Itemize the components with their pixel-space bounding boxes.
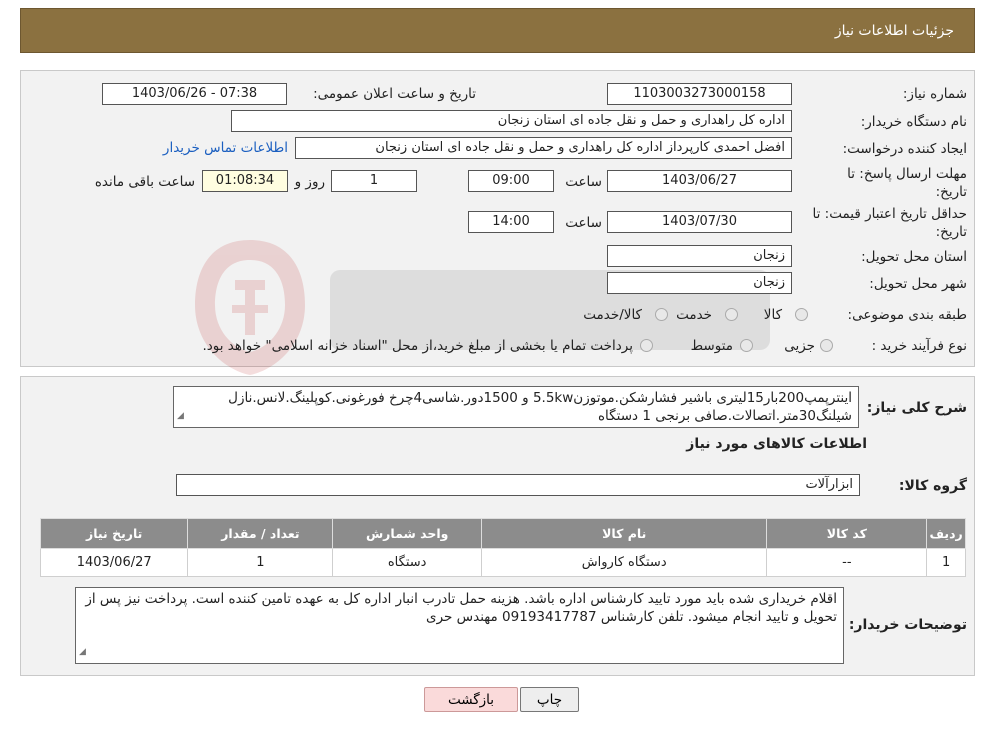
- cell-item-code: --: [766, 548, 928, 577]
- deadline-time-label: ساعت: [565, 174, 602, 190]
- page-header: جزئیات اطلاعات نیاز: [20, 8, 975, 53]
- summary-label: شرح کلی نیاز:: [866, 400, 967, 416]
- items-table: ردیف کد کالا نام کالا واحد شمارش تعداد /…: [39, 518, 966, 577]
- process-medium-radio[interactable]: [740, 339, 753, 352]
- validity-label: حداقل تاریخ اعتبار قیمت: تا: [812, 206, 967, 222]
- process-note: پرداخت تمام یا بخشی از مبلغ خرید،از محل …: [202, 338, 633, 354]
- category-goods-label: کالا: [763, 307, 782, 323]
- category-goods-radio[interactable]: [795, 308, 808, 321]
- announce-date-field[interactable]: 1403/06/26 - 07:38: [102, 83, 287, 105]
- col-quantity: تعداد / مقدار: [187, 518, 334, 549]
- category-both-radio[interactable]: [655, 308, 668, 321]
- cell-unit: دستگاه: [332, 548, 482, 577]
- back-button[interactable]: بازگشت: [424, 687, 518, 712]
- need-number-field[interactable]: 1103003273000158: [607, 83, 792, 105]
- days-label: روز و: [294, 174, 325, 190]
- category-label: طبقه بندی موضوعی:: [847, 307, 967, 323]
- goods-info-title: اطلاعات کالاهای مورد نیاز: [686, 436, 867, 452]
- category-service-label: خدمت: [676, 307, 712, 323]
- validity-date-field[interactable]: 1403/07/30: [607, 211, 792, 233]
- col-need-date: تاریخ نیاز: [39, 518, 189, 549]
- remaining-time-label: ساعت باقی مانده: [94, 174, 195, 190]
- col-row-number: ردیف: [926, 518, 966, 549]
- process-label: نوع فرآیند خرید :: [871, 338, 967, 354]
- col-item-name: نام کالا: [480, 518, 768, 549]
- cell-row-number: 1: [926, 548, 966, 577]
- deadline-time-field[interactable]: 09:00: [468, 170, 554, 192]
- process-minor-radio[interactable]: [820, 339, 833, 352]
- cell-quantity: 1: [187, 548, 334, 577]
- validity-time-field[interactable]: 14:00: [468, 211, 554, 233]
- validity-label-date: تاریخ:: [935, 224, 967, 240]
- print-button[interactable]: چاپ: [520, 687, 579, 712]
- category-service-radio[interactable]: [725, 308, 738, 321]
- summary-textarea[interactable]: اینترپمپ200بار15لیتری باشیر فشارشکن.موتو…: [173, 386, 859, 428]
- creator-field[interactable]: افضل احمدی کارپرداز اداره کل راهداری و ح…: [295, 137, 792, 159]
- process-minor-label: جزیی: [784, 338, 815, 354]
- buyer-org-label: نام دستگاه خریدار:: [860, 114, 967, 130]
- deadline-label: مهلت ارسال پاسخ: تا: [847, 166, 967, 182]
- buyer-contact-link[interactable]: اطلاعات تماس خریدار: [163, 140, 288, 156]
- col-unit: واحد شمارش: [332, 518, 482, 549]
- col-item-code: کد کالا: [766, 518, 928, 549]
- need-number-label: شماره نیاز:: [902, 86, 967, 102]
- category-both-label: کالا/خدمت: [583, 307, 642, 323]
- buyer-notes-label: توضیحات خریدار:: [848, 617, 967, 633]
- resize-grip-icon[interactable]: ◢: [79, 643, 86, 661]
- city-label: شهر محل تحویل:: [869, 276, 967, 292]
- process-medium-label: متوسط: [690, 338, 733, 354]
- buyer-notes-text: اقلام خریداری شده باید مورد تایید کارشنا…: [85, 591, 837, 625]
- province-field[interactable]: زنجان: [607, 245, 792, 267]
- table-header-row: ردیف کد کالا نام کالا واحد شمارش تعداد /…: [39, 518, 966, 549]
- cell-item-name: دستگاه کارواش: [480, 548, 768, 577]
- remaining-time-field[interactable]: 01:08:34: [202, 170, 288, 192]
- process-treasury-checkbox[interactable]: [640, 339, 653, 352]
- resize-grip-icon[interactable]: ◢: [177, 407, 184, 425]
- days-remaining-field[interactable]: 1: [331, 170, 417, 192]
- deadline-date-field[interactable]: 1403/06/27: [607, 170, 792, 192]
- province-label: استان محل تحویل:: [861, 249, 967, 265]
- goods-group-field[interactable]: ابزارآلات: [176, 474, 860, 496]
- summary-text: اینترپمپ200بار15لیتری باشیر فشارشکن.موتو…: [228, 390, 852, 424]
- creator-label: ایجاد کننده درخواست:: [842, 141, 967, 157]
- validity-time-label: ساعت: [565, 215, 602, 231]
- announce-date-label: تاریخ و ساعت اعلان عمومی:: [313, 86, 476, 102]
- deadline-label-date: تاریخ:: [935, 184, 967, 200]
- page-title: جزئیات اطلاعات نیاز: [834, 23, 954, 39]
- buyer-org-field[interactable]: اداره کل راهداری و حمل و نقل جاده ای است…: [231, 110, 792, 132]
- cell-need-date: 1403/06/27: [39, 548, 189, 577]
- goods-group-label: گروه کالا:: [898, 478, 967, 494]
- buyer-notes-textarea[interactable]: اقلام خریداری شده باید مورد تایید کارشنا…: [75, 587, 844, 664]
- table-row[interactable]: 1 -- دستگاه کارواش دستگاه 1 1403/06/27: [39, 548, 966, 577]
- city-field[interactable]: زنجان: [607, 272, 792, 294]
